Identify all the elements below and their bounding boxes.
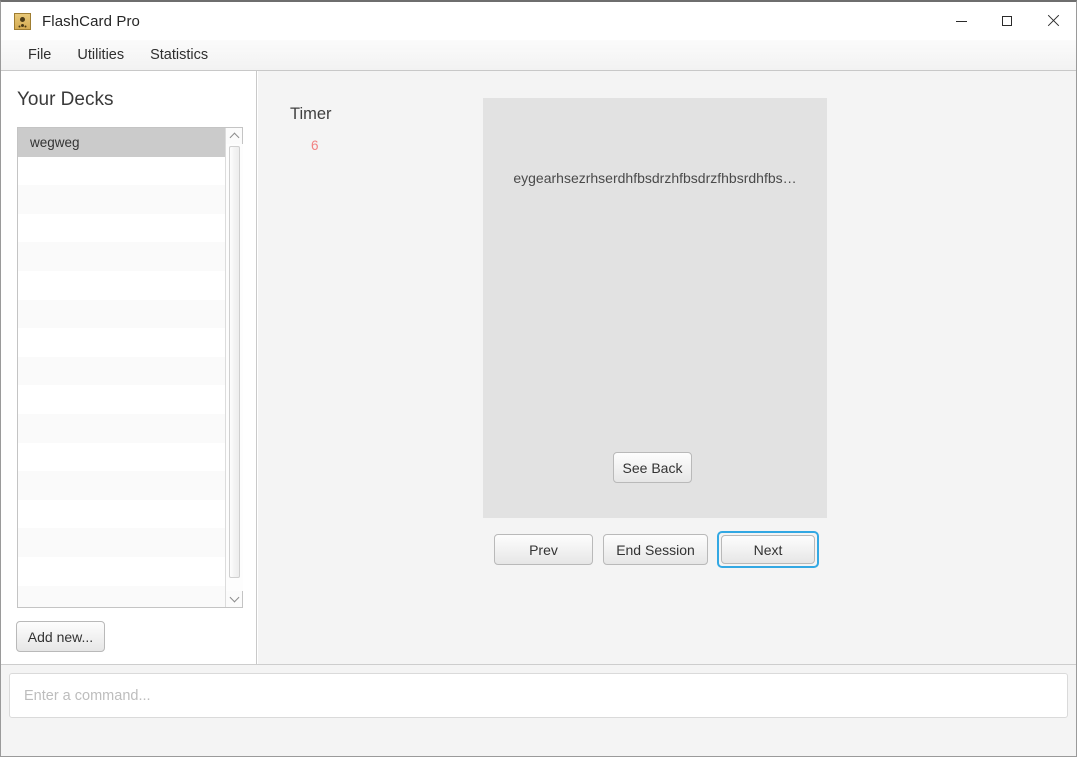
deck-list-item[interactable] bbox=[18, 442, 225, 472]
deck-list-item[interactable] bbox=[18, 328, 225, 357]
deck-list-item[interactable] bbox=[18, 185, 225, 214]
window-controls bbox=[938, 2, 1076, 40]
sidebar: Your Decks wegweg Add new... bbox=[1, 71, 257, 664]
maximize-icon bbox=[1002, 16, 1012, 26]
app-user-icon bbox=[14, 12, 31, 30]
close-icon bbox=[1047, 15, 1059, 27]
deck-list-item[interactable] bbox=[18, 528, 225, 557]
deck-list[interactable]: wegweg bbox=[18, 128, 225, 607]
minimize-button[interactable] bbox=[938, 2, 984, 40]
scroll-down-button[interactable] bbox=[226, 591, 243, 607]
window-title: FlashCard Pro bbox=[42, 12, 141, 30]
menu-item-statistics[interactable]: Statistics bbox=[137, 44, 221, 66]
prev-button[interactable]: Prev bbox=[494, 534, 593, 565]
chevron-down-icon bbox=[229, 592, 239, 603]
command-input[interactable] bbox=[9, 673, 1068, 718]
deck-list-item[interactable] bbox=[18, 471, 225, 500]
main-panel: Timer 6 eygearhsezrhserdhfbsdrzhfbsdrzfh… bbox=[258, 71, 1076, 664]
see-back-button[interactable]: See Back bbox=[613, 452, 692, 483]
minimize-icon bbox=[955, 20, 967, 22]
chevron-up-icon bbox=[229, 132, 239, 143]
end-session-button[interactable]: End Session bbox=[603, 534, 708, 565]
deck-list-item[interactable] bbox=[18, 356, 225, 386]
deck-list-item[interactable] bbox=[18, 413, 225, 443]
menu-bar: File Utilities Statistics bbox=[1, 40, 1076, 71]
flashcard[interactable]: eygearhsezrhserdhfbsdrzhfbsdrzfhbsrdhfbs… bbox=[483, 98, 827, 518]
title-bar: FlashCard Pro bbox=[1, 2, 1076, 40]
next-button[interactable]: Next bbox=[721, 535, 815, 564]
deck-list-item[interactable] bbox=[18, 556, 225, 586]
deck-list-item[interactable] bbox=[18, 299, 225, 329]
menu-item-utilities[interactable]: Utilities bbox=[64, 44, 137, 66]
deck-list-item[interactable] bbox=[18, 585, 225, 607]
timer-label: Timer bbox=[290, 105, 332, 123]
deck-list-item[interactable] bbox=[18, 270, 225, 300]
deck-list-container: wegweg bbox=[17, 127, 243, 608]
deck-list-item[interactable] bbox=[18, 242, 225, 271]
deck-list-scrollbar[interactable] bbox=[225, 128, 243, 607]
deck-list-item[interactable] bbox=[18, 499, 225, 529]
add-new-button[interactable]: Add new... bbox=[16, 621, 105, 652]
scroll-up-button[interactable] bbox=[226, 128, 243, 144]
command-bar bbox=[1, 664, 1076, 756]
timer-value: 6 bbox=[311, 138, 319, 153]
flashcard-front-text: eygearhsezrhserdhfbsdrzhfbsdrzfhbsrdhfbs… bbox=[513, 170, 797, 186]
application-window: FlashCard Pro File Utilities Statistics … bbox=[0, 0, 1077, 757]
menu-item-file[interactable]: File bbox=[15, 44, 64, 66]
deck-list-item[interactable]: wegweg bbox=[18, 128, 225, 157]
scrollbar-track[interactable] bbox=[225, 144, 243, 591]
deck-list-item[interactable] bbox=[18, 213, 225, 243]
maximize-button[interactable] bbox=[984, 2, 1030, 40]
deck-list-item[interactable] bbox=[18, 156, 225, 186]
deck-list-item[interactable] bbox=[18, 385, 225, 414]
flashcard-nav: Prev End Session Next bbox=[483, 531, 827, 568]
scrollbar-thumb[interactable] bbox=[228, 146, 240, 578]
next-button-focus-ring: Next bbox=[717, 531, 819, 568]
sidebar-title: Your Decks bbox=[17, 89, 114, 110]
close-button[interactable] bbox=[1030, 2, 1076, 40]
